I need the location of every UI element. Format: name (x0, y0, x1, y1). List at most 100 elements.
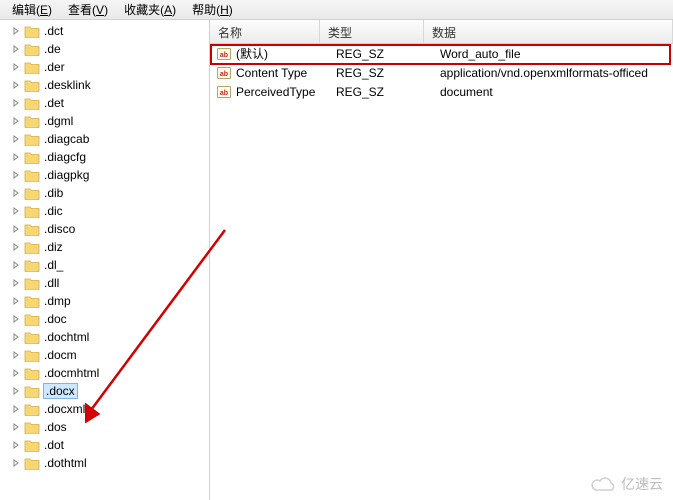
expand-icon[interactable] (10, 367, 22, 379)
tree-item[interactable]: .dib (0, 184, 209, 202)
expand-icon[interactable] (10, 43, 22, 55)
folder-icon (24, 438, 40, 452)
folder-icon (24, 132, 40, 146)
tree-item[interactable]: .der (0, 58, 209, 76)
column-type[interactable]: 类型 (320, 20, 424, 43)
tree-item-label: .dgml (44, 114, 73, 128)
expand-icon[interactable] (10, 277, 22, 289)
svg-text:ab: ab (220, 71, 228, 78)
expand-icon[interactable] (10, 295, 22, 307)
expand-icon[interactable] (10, 115, 22, 127)
tree-item[interactable]: .diagcfg (0, 148, 209, 166)
expand-icon[interactable] (10, 385, 22, 397)
folder-icon (24, 366, 40, 380)
tree-item[interactable]: .diagcab (0, 130, 209, 148)
tree-item[interactable]: .dl_ (0, 256, 209, 274)
expand-icon[interactable] (10, 205, 22, 217)
registry-tree[interactable]: .dct.de.der.desklink.det.dgml.diagcab.di… (0, 20, 210, 500)
tree-item[interactable]: .docx (0, 382, 209, 400)
svg-text:ab: ab (220, 90, 228, 97)
tree-item-label: .dl_ (44, 258, 63, 272)
expand-icon[interactable] (10, 331, 22, 343)
main-panel: .dct.de.der.desklink.det.dgml.diagcab.di… (0, 20, 673, 500)
tree-item-label: .docm (44, 348, 77, 362)
expand-icon[interactable] (10, 61, 22, 73)
folder-icon (24, 420, 40, 434)
menu-edit[interactable]: 编辑(E) (4, 0, 60, 20)
menu-view[interactable]: 查看(V) (60, 0, 116, 20)
tree-item[interactable]: .diagpkg (0, 166, 209, 184)
tree-item[interactable]: .doc (0, 310, 209, 328)
list-body: ab(默认)REG_SZWord_auto_fileabContent Type… (210, 44, 673, 500)
list-row[interactable]: abContent TypeREG_SZapplication/vnd.open… (210, 63, 673, 82)
expand-icon[interactable] (10, 457, 22, 469)
folder-icon (24, 312, 40, 326)
expand-icon[interactable] (10, 97, 22, 109)
expand-icon[interactable] (10, 403, 22, 415)
expand-icon[interactable] (10, 439, 22, 451)
tree-item-label: .dic (44, 204, 63, 218)
tree-item-label: .dot (44, 438, 64, 452)
tree-item-label: .diagpkg (44, 168, 89, 182)
tree-item[interactable]: .disco (0, 220, 209, 238)
tree-item-label: .dmp (44, 294, 71, 308)
folder-icon (24, 150, 40, 164)
tree-item[interactable]: .de (0, 40, 209, 58)
tree-item[interactable]: .desklink (0, 76, 209, 94)
tree-item-label: .disco (44, 222, 75, 236)
tree-item[interactable]: .dmp (0, 292, 209, 310)
column-name[interactable]: 名称 (210, 20, 320, 43)
tree-item[interactable]: .dot (0, 436, 209, 454)
expand-icon[interactable] (10, 25, 22, 37)
tree-item-label: .dct (44, 24, 63, 38)
expand-icon[interactable] (10, 241, 22, 253)
column-data[interactable]: 数据 (424, 20, 673, 43)
value-list: 名称 类型 数据 ab(默认)REG_SZWord_auto_fileabCon… (210, 20, 673, 500)
list-row[interactable]: abPerceivedTypeREG_SZdocument (210, 82, 673, 101)
tree-item-label: .der (44, 60, 65, 74)
folder-icon (24, 186, 40, 200)
folder-icon (24, 258, 40, 272)
menu-help[interactable]: 帮助(H) (184, 0, 241, 20)
expand-icon[interactable] (10, 151, 22, 163)
tree-item-label: .dos (44, 420, 67, 434)
expand-icon[interactable] (10, 223, 22, 235)
menu-favorites[interactable]: 收藏夹(A) (116, 0, 184, 20)
folder-icon (24, 114, 40, 128)
tree-item[interactable]: .docmhtml (0, 364, 209, 382)
menubar: 编辑(E) 查看(V) 收藏夹(A) 帮助(H) (0, 0, 673, 20)
expand-icon[interactable] (10, 349, 22, 361)
list-row[interactable]: ab(默认)REG_SZWord_auto_file (210, 44, 673, 63)
tree-item[interactable]: .dic (0, 202, 209, 220)
tree-item-label: .docmhtml (44, 366, 99, 380)
value-data: document (440, 85, 673, 99)
tree-item[interactable]: .docm (0, 346, 209, 364)
folder-icon (24, 78, 40, 92)
expand-icon[interactable] (10, 169, 22, 181)
value-data: application/vnd.openxmlformats-officed (440, 66, 673, 80)
string-value-icon: ab (216, 46, 232, 62)
tree-item[interactable]: .dgml (0, 112, 209, 130)
list-header[interactable]: 名称 类型 数据 (210, 20, 673, 44)
tree-item[interactable]: .det (0, 94, 209, 112)
expand-icon[interactable] (10, 259, 22, 271)
tree-item[interactable]: .dct (0, 22, 209, 40)
folder-icon (24, 240, 40, 254)
folder-icon (24, 276, 40, 290)
tree-item[interactable]: .dll (0, 274, 209, 292)
expand-icon[interactable] (10, 421, 22, 433)
expand-icon[interactable] (10, 313, 22, 325)
value-name: Content Type (236, 66, 336, 80)
expand-icon[interactable] (10, 79, 22, 91)
expand-icon[interactable] (10, 133, 22, 145)
tree-item[interactable]: .docxml (0, 400, 209, 418)
tree-item[interactable]: .diz (0, 238, 209, 256)
folder-icon (24, 96, 40, 110)
expand-icon[interactable] (10, 187, 22, 199)
folder-icon (24, 294, 40, 308)
tree-item[interactable]: .dochtml (0, 328, 209, 346)
tree-item[interactable]: .dos (0, 418, 209, 436)
tree-item[interactable]: .dothtml (0, 454, 209, 472)
folder-icon (24, 222, 40, 236)
string-value-icon: ab (216, 84, 232, 100)
